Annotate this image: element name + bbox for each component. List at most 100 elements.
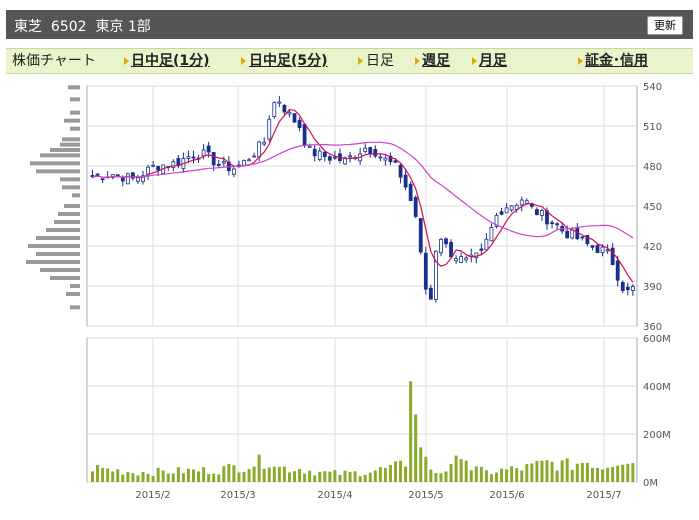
x-tick-label: 2015/4 — [317, 490, 352, 501]
volume-bar — [141, 471, 145, 482]
tab-weekly[interactable]: 週足 — [422, 53, 450, 69]
volume-bar — [166, 473, 170, 482]
volume-bar — [303, 473, 307, 482]
volume-bar — [176, 467, 180, 482]
volume-bar — [429, 469, 433, 482]
candle-body — [408, 183, 413, 201]
volume-bar — [111, 471, 115, 482]
volume-bar — [585, 462, 589, 482]
candle-body — [590, 245, 595, 248]
candle-body — [580, 236, 585, 239]
candle-body — [257, 141, 262, 158]
arrow-icon — [241, 57, 246, 65]
volume-bar — [424, 456, 428, 482]
volume-profile-bar — [26, 260, 80, 264]
volume-bar — [449, 463, 453, 482]
candle-body — [504, 207, 509, 214]
volume-bar — [227, 463, 231, 482]
candle-body — [393, 160, 398, 163]
volume-profile-bar — [58, 212, 80, 216]
candle-body — [277, 101, 282, 104]
x-tick-label: 2015/2 — [135, 490, 170, 501]
candle-body — [428, 287, 433, 300]
volume-profile-bar — [36, 252, 80, 256]
candle-body — [176, 158, 181, 166]
volume-bar — [373, 470, 377, 482]
volume-bar — [186, 468, 190, 482]
tab-monthly[interactable]: 月足 — [479, 53, 507, 69]
volume-bar — [277, 466, 281, 482]
candle-body — [136, 177, 140, 182]
tab-intraday-1min[interactable]: 日中足(1分) — [131, 53, 210, 69]
candle-body — [383, 157, 388, 161]
volume-bar — [293, 471, 296, 482]
candle-body — [252, 155, 257, 158]
candle-body — [479, 248, 484, 251]
candle-body — [489, 227, 494, 242]
volume-bar — [530, 463, 534, 482]
candle-body — [418, 218, 423, 253]
volume-bar — [394, 461, 397, 482]
candle-body — [327, 156, 332, 161]
volume-bar — [171, 473, 175, 482]
volume-bar — [222, 466, 226, 482]
volume-profile-bar — [50, 148, 80, 152]
volume-profile-bar — [72, 193, 80, 198]
volume-bar — [575, 463, 579, 482]
arrow-icon — [415, 57, 420, 65]
volume-profile-bar — [70, 110, 80, 115]
tab-intraday-5min[interactable]: 日中足(5分) — [249, 53, 328, 69]
candle-body — [423, 252, 428, 290]
volume-bar — [242, 471, 246, 482]
volume-bar — [338, 474, 342, 482]
candle-body — [151, 164, 156, 167]
volume-bar — [91, 471, 94, 482]
volume-bar — [121, 474, 125, 482]
candle-body — [156, 166, 161, 171]
x-tick-label: 2015/6 — [489, 490, 524, 501]
candle-body — [459, 256, 464, 263]
volume-bar — [439, 473, 443, 482]
volume-bar — [611, 467, 615, 482]
volume-bar — [368, 472, 372, 482]
candle-body — [332, 156, 337, 159]
candle-body — [555, 223, 559, 226]
volume-bar — [136, 475, 140, 482]
volume-bar — [323, 471, 327, 482]
volume-bar — [197, 471, 201, 482]
volume-bar — [313, 475, 317, 482]
candle-body — [615, 260, 620, 281]
volume-bar — [252, 466, 256, 482]
candle-body — [509, 205, 514, 211]
volume-bar — [161, 470, 165, 482]
candle-body — [403, 174, 408, 188]
candle-body — [540, 210, 544, 216]
tab-margin-credit[interactable]: 証金･信用 — [585, 53, 648, 69]
volume-bar — [626, 463, 630, 482]
volume-bar — [550, 461, 554, 482]
candle-body — [600, 246, 605, 254]
volume-bar — [298, 469, 302, 482]
volume-bar — [151, 475, 155, 482]
volume-bar — [479, 466, 483, 482]
volume-bar — [262, 468, 266, 482]
volume-bar — [383, 467, 387, 482]
candle-body — [282, 104, 287, 113]
volume-bar — [328, 471, 332, 482]
volume-bar — [363, 474, 367, 482]
volume-bar — [96, 464, 100, 482]
candle-body — [216, 163, 221, 166]
volume-bar — [181, 473, 185, 482]
candle-body — [125, 173, 130, 185]
volume-bar — [217, 474, 221, 482]
volume-bar — [570, 469, 574, 482]
volume-bar — [545, 460, 549, 482]
candle-body — [499, 211, 504, 215]
candle-body — [398, 164, 403, 178]
refresh-button[interactable]: 更新 — [647, 16, 683, 35]
volume-bar — [131, 473, 135, 482]
volume-profile-bar — [28, 244, 80, 248]
volume-bar — [202, 467, 206, 482]
volume-bar — [596, 467, 599, 482]
volume-bar — [616, 465, 620, 482]
